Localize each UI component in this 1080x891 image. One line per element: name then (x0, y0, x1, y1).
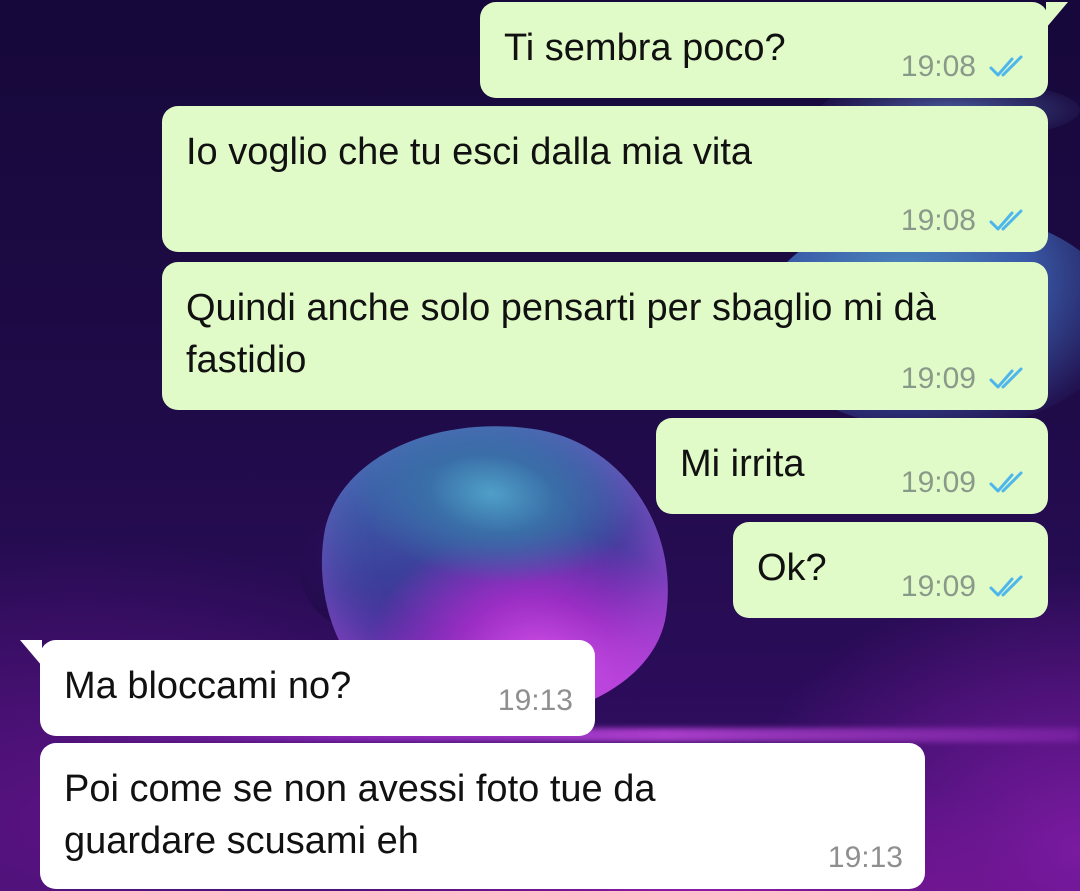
message-text: Poi come se non avessi foto tue da guard… (64, 768, 656, 862)
message-time: 19:13 (497, 684, 573, 717)
message-meta: 19:09 (901, 570, 1026, 604)
message-text: Quindi anche solo pensarti per sbaglio m… (186, 287, 936, 381)
message-meta: 19:09 (901, 362, 1026, 396)
message-time: 19:08 (900, 204, 976, 237)
message-text: Io voglio che tu esci dalla mia vita (186, 131, 753, 173)
incoming-message[interactable]: Ma bloccami no? 19:13 (40, 640, 595, 736)
chat-message-list: Ti sembra poco? 19:08 Io voglio che tu e… (0, 0, 1080, 891)
message-meta: 19:08 (901, 204, 1026, 238)
message-time: 19:13 (827, 841, 903, 874)
message-time: 19:09 (900, 466, 976, 499)
message-meta: 19:13 (498, 684, 573, 718)
message-time: 19:08 (900, 50, 976, 83)
outgoing-message[interactable]: Mi irrita 19:09 (656, 418, 1048, 514)
double-check-icon (989, 471, 1023, 493)
double-check-icon (989, 55, 1023, 77)
bubble-tail (1046, 2, 1068, 28)
incoming-message[interactable]: Poi come se non avessi foto tue da guard… (40, 743, 925, 889)
message-time: 19:09 (900, 362, 976, 395)
outgoing-message[interactable]: Quindi anche solo pensarti per sbaglio m… (162, 262, 1048, 410)
message-meta: 19:09 (901, 466, 1026, 500)
message-meta: 19:13 (828, 841, 903, 875)
message-meta: 19:08 (901, 50, 1026, 84)
message-text: Ma bloccami no? (64, 665, 352, 707)
double-check-icon (989, 367, 1023, 389)
message-time: 19:09 (900, 570, 976, 603)
outgoing-message[interactable]: Ok? 19:09 (733, 522, 1048, 618)
double-check-icon (989, 575, 1023, 597)
outgoing-message[interactable]: Ti sembra poco? 19:08 (480, 2, 1048, 98)
bubble-tail (20, 640, 42, 666)
outgoing-message[interactable]: Io voglio che tu esci dalla mia vita 19:… (162, 106, 1048, 252)
double-check-icon (989, 209, 1023, 231)
